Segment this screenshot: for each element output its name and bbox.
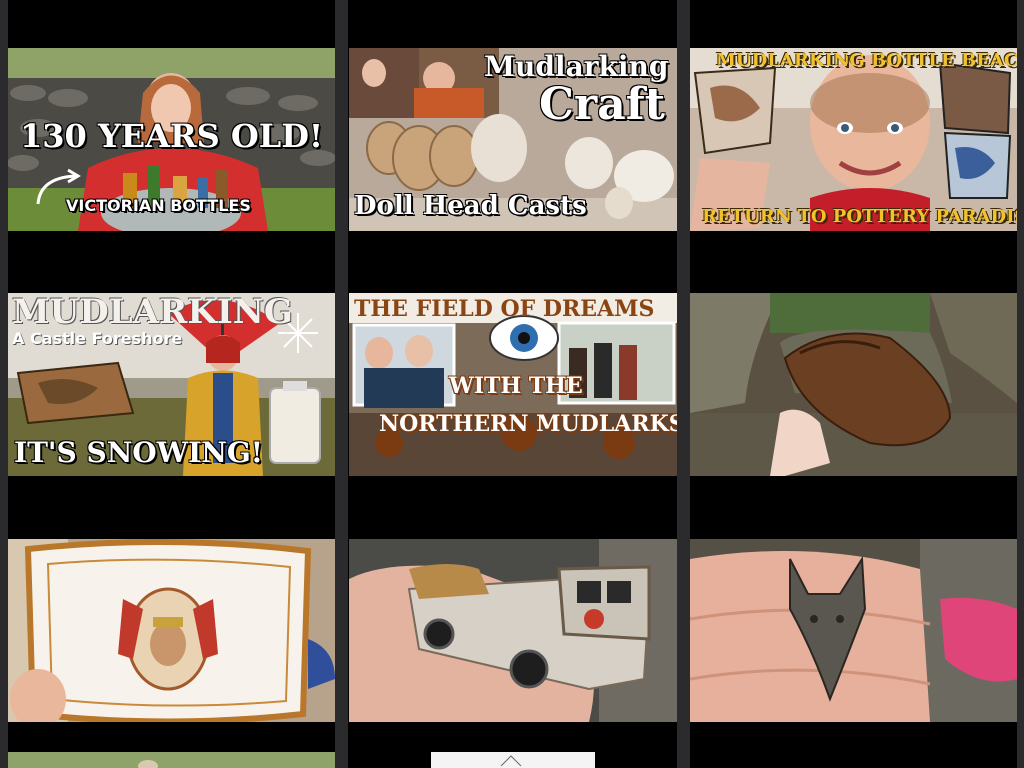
thumbnail-image <box>690 48 1017 231</box>
video-thumbnail-old-shoe[interactable] <box>690 293 1017 476</box>
thumbnail-image <box>690 539 1017 722</box>
thumbnail-subtitle: Doll Head Casts <box>354 191 587 221</box>
video-thumbnail-partial-2[interactable] <box>431 752 595 768</box>
thumbnail-image <box>431 752 595 768</box>
grid-divider-1 <box>335 0 348 768</box>
video-grid: 130 YEARS OLD! VICTORIAN BOTTLES Mudlark… <box>0 0 1024 768</box>
thumbnail-subtitle: VICTORIAN BOTTLES <box>66 196 251 215</box>
video-thumbnail-field-of-dreams[interactable]: THE FIELD OF DREAMS WITH THE NORTHERN MU… <box>349 293 677 476</box>
grid-divider-right <box>1017 0 1024 768</box>
thumbnail-title: THE FIELD OF DREAMS <box>354 296 655 322</box>
arrow-icon <box>36 168 81 205</box>
thumbnail-title-large: Craft <box>539 79 665 130</box>
thumbnail-caption: NORTHERN MUDLARKS <box>379 411 677 437</box>
video-thumbnail-partial-1[interactable] <box>8 752 335 768</box>
grid-divider-left <box>0 0 8 768</box>
video-thumbnail-castle-foreshore[interactable]: MUDLARKING A Castle Foreshore IT'S SNOWI… <box>8 293 335 476</box>
video-thumbnail-bottle-beach[interactable]: MUDLARKING BOTTLE BEACH RETURN TO POTTER… <box>690 48 1017 231</box>
thumbnail-image <box>349 539 677 722</box>
thumbnail-subtitle: WITH THE <box>449 373 583 399</box>
video-thumbnail-doll-head-casts[interactable]: Mudlarking Craft Doll Head Casts <box>349 48 677 231</box>
video-thumbnail-toy-truck[interactable] <box>349 539 677 722</box>
thumbnail-image <box>8 752 335 768</box>
thumbnail-caption: IT'S SNOWING! <box>14 436 264 469</box>
thumbnail-title: Mudlarking <box>484 50 669 83</box>
thumbnail-title: MUDLARKING BOTTLE BEACH <box>716 50 1017 71</box>
video-thumbnail-victorian-bottles[interactable]: 130 YEARS OLD! VICTORIAN BOTTLES <box>8 48 335 231</box>
thumbnail-title: 130 YEARS OLD! <box>20 117 324 155</box>
thumbnail-subtitle: RETURN TO POTTERY PARADISE <box>702 206 1017 227</box>
thumbnail-image <box>8 539 335 722</box>
thumbnail-title: MUDLARKING <box>12 293 293 332</box>
video-thumbnail-fox-head[interactable] <box>690 539 1017 722</box>
video-thumbnail-coronation-china[interactable] <box>8 539 335 722</box>
thumbnail-image <box>690 293 1017 476</box>
grid-divider-2 <box>677 0 690 768</box>
thumbnail-subtitle: A Castle Foreshore <box>12 329 183 348</box>
